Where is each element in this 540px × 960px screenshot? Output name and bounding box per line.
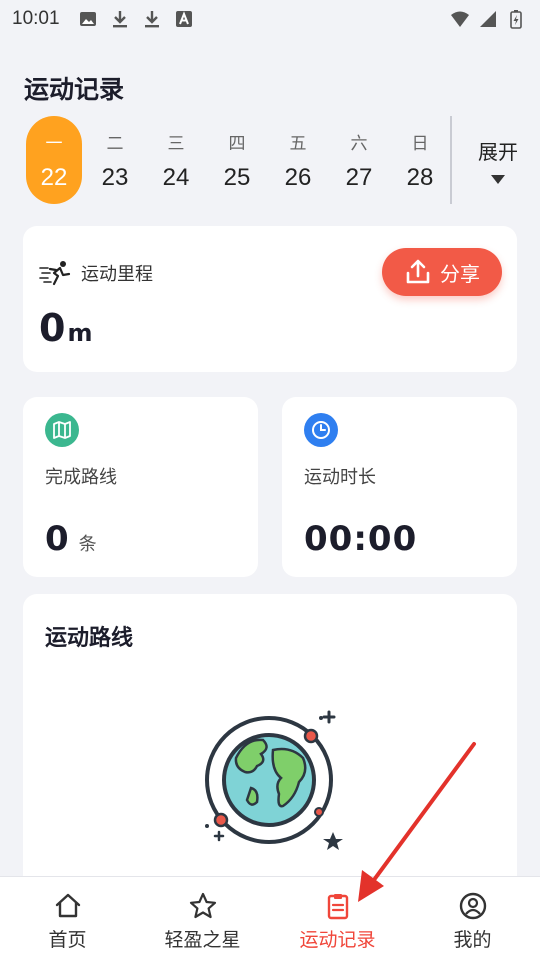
date-number: 28 bbox=[406, 163, 434, 191]
tab-star[interactable]: 轻盈之星 bbox=[135, 877, 270, 960]
distance-label: 运动里程 bbox=[81, 264, 153, 285]
distance-card: 运动里程 0 m 分享 bbox=[23, 226, 517, 372]
date-number: 25 bbox=[223, 163, 251, 191]
day-tue[interactable]: 二 23 bbox=[87, 116, 143, 204]
completed-routes-card: 完成路线 0 条 bbox=[23, 397, 258, 577]
bottom-tab-bar: 首页 轻盈之星 运动记录 我的 bbox=[0, 876, 540, 960]
duration-card: 运动时长 00:00 bbox=[282, 397, 517, 577]
date-number: 23 bbox=[101, 163, 129, 191]
home-icon bbox=[55, 893, 80, 918]
date-number: 26 bbox=[284, 163, 312, 191]
date-number: 22 bbox=[40, 163, 68, 191]
distance-number: 0 bbox=[39, 306, 66, 350]
clipboard-icon bbox=[327, 894, 348, 920]
weekday-label: 日 bbox=[411, 133, 429, 154]
day-fri[interactable]: 五 26 bbox=[270, 116, 326, 204]
distance-unit: m bbox=[67, 319, 93, 347]
duration-label: 运动时长 bbox=[304, 467, 376, 488]
tab-home[interactable]: 首页 bbox=[0, 877, 135, 960]
download-notification-icon bbox=[112, 11, 127, 28]
day-sun[interactable]: 日 28 bbox=[392, 116, 448, 204]
tab-exercise-records[interactable]: 运动记录 bbox=[270, 877, 405, 960]
caret-down-icon bbox=[491, 175, 505, 184]
weekday-label: 三 bbox=[167, 133, 185, 154]
date-number: 24 bbox=[162, 163, 190, 191]
page-title: 运动记录 bbox=[24, 75, 125, 104]
user-icon bbox=[459, 892, 486, 920]
share-upload-icon bbox=[406, 259, 430, 284]
route-map-card: 运动路线 bbox=[23, 594, 517, 894]
completed-routes-label: 完成路线 bbox=[45, 467, 117, 488]
tab-label: 轻盈之星 bbox=[164, 929, 241, 951]
tab-me[interactable]: 我的 bbox=[405, 877, 540, 960]
week-selector: 一 22 二 23 三 24 四 25 五 26 六 27 日 28 展开 bbox=[24, 116, 524, 204]
completed-routes-unit: 条 bbox=[78, 534, 97, 555]
download-notification-icon bbox=[144, 11, 159, 28]
day-mon[interactable]: 一 22 bbox=[26, 116, 82, 204]
day-sat[interactable]: 六 27 bbox=[331, 116, 387, 204]
signal-icon bbox=[480, 11, 496, 27]
globe-illustration bbox=[205, 710, 343, 850]
route-map-title: 运动路线 bbox=[45, 626, 134, 651]
image-notification-icon bbox=[79, 12, 96, 26]
weekday-label: 六 bbox=[350, 133, 368, 154]
week-divider bbox=[450, 116, 452, 204]
day-wed[interactable]: 三 24 bbox=[148, 116, 204, 204]
font-notification-icon bbox=[175, 11, 192, 27]
tab-label: 我的 bbox=[453, 929, 492, 951]
status-bar: 10:01 bbox=[0, 0, 540, 38]
expand-calendar-button[interactable]: 展开 bbox=[472, 136, 524, 184]
weekday-label: 五 bbox=[289, 133, 307, 154]
distance-header: 运动里程 bbox=[39, 260, 153, 286]
date-number: 27 bbox=[345, 163, 373, 191]
weekday-label: 四 bbox=[228, 133, 246, 154]
tab-label: 首页 bbox=[48, 929, 87, 951]
share-button[interactable]: 分享 bbox=[382, 248, 502, 296]
clock-icon bbox=[304, 413, 338, 447]
wifi-icon bbox=[451, 11, 469, 27]
distance-value: 0 m bbox=[39, 306, 92, 350]
status-time: 10:01 bbox=[12, 8, 60, 29]
running-man-icon bbox=[39, 261, 71, 286]
duration-value: 00:00 bbox=[304, 519, 418, 559]
completed-routes-value: 0 条 bbox=[45, 519, 97, 559]
star-icon bbox=[189, 892, 216, 919]
tab-label: 运动记录 bbox=[299, 929, 376, 951]
share-label: 分享 bbox=[440, 261, 480, 286]
map-icon bbox=[45, 413, 79, 447]
expand-label: 展开 bbox=[478, 140, 518, 164]
weekday-label: 一 bbox=[45, 133, 63, 154]
completed-routes-number: 0 bbox=[45, 519, 69, 559]
day-thu[interactable]: 四 25 bbox=[209, 116, 265, 204]
weekday-label: 二 bbox=[106, 133, 124, 154]
battery-icon bbox=[510, 10, 522, 29]
